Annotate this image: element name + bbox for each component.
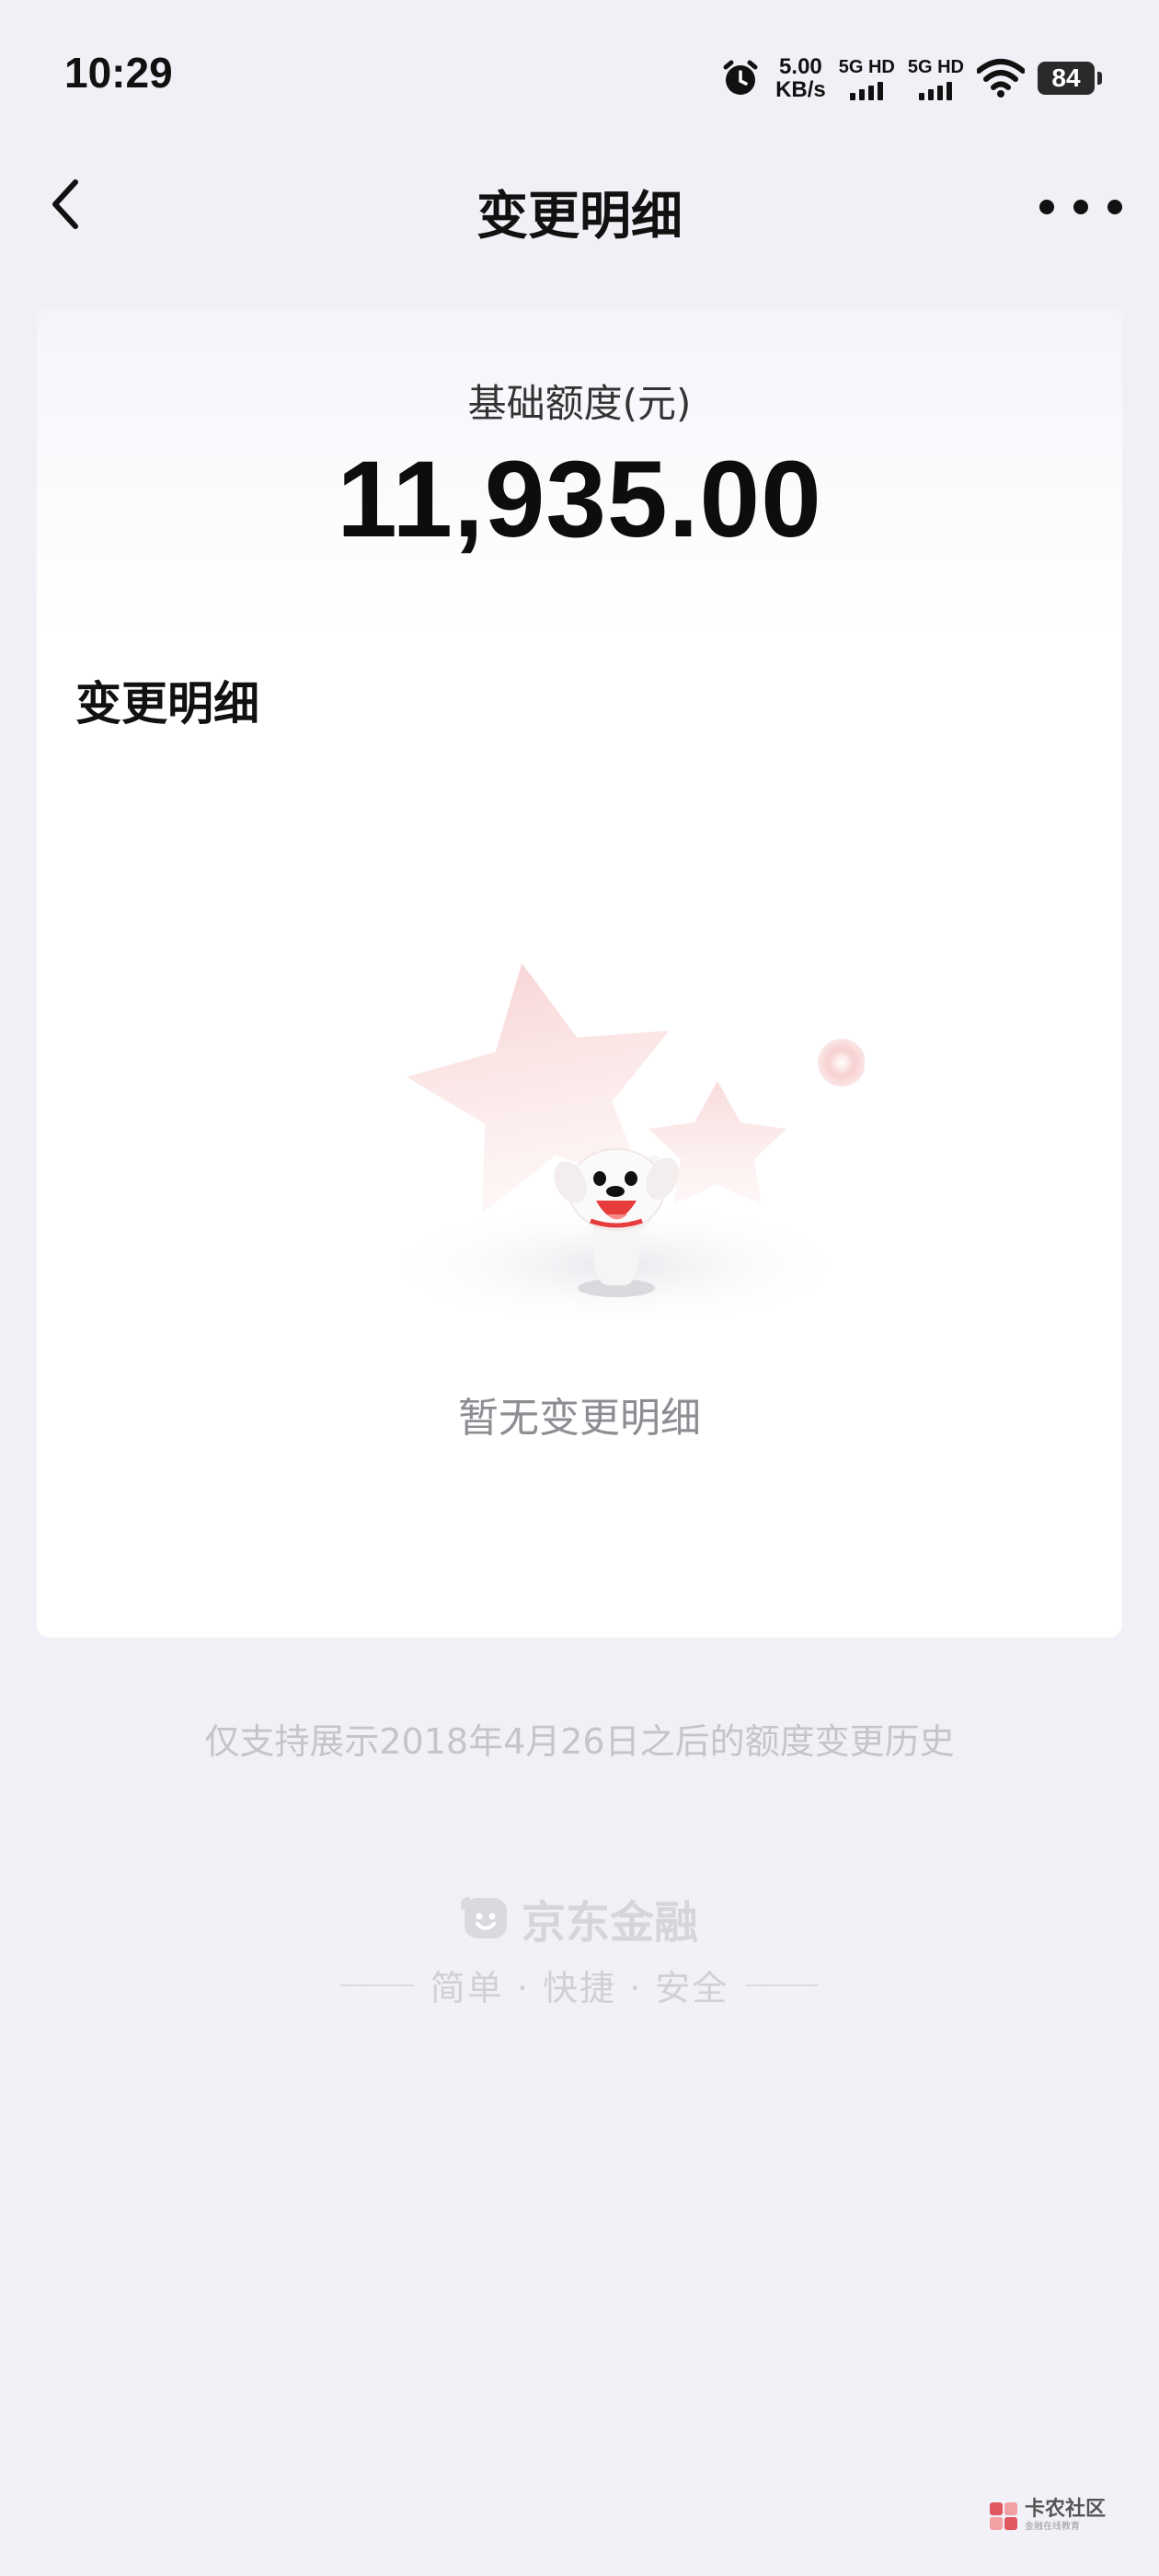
brand-name: 京东金融 — [521, 1897, 698, 1949]
sim1-label: 5G HD — [838, 56, 895, 77]
status-icons: 5.00 KB/s 5G HD 5G HD 84 — [718, 51, 1102, 106]
more-horizontal-icon — [1039, 200, 1054, 214]
watermark-logo-icon — [989, 2501, 1017, 2530]
watermark-name: 卡农社区 — [1024, 2498, 1106, 2521]
brand-footer: 京东金融 简单 · 快捷 · 安全 — [0, 1886, 1159, 2015]
alarm-icon — [723, 60, 758, 95]
brand-slogan: 简单 · 快捷 · 安全 — [430, 1968, 729, 2008]
more-button[interactable] — [1039, 175, 1122, 239]
section-title: 变更明细 — [75, 677, 259, 730]
slogan-divider — [339, 1984, 414, 1986]
watermark: 卡农社区 金融在线教育 — [988, 2500, 1106, 2532]
limit-value: 11,935.00 — [337, 439, 822, 560]
sim2-label: 5G HD — [907, 56, 964, 77]
signal-icon: 5G HD — [908, 57, 964, 100]
limit-card: 基础额度(元) 11,935.00 变更明细 暂无变更明细 — [37, 308, 1122, 1638]
net-speed: 5.00 KB/s — [775, 55, 826, 101]
slogan-divider — [745, 1984, 820, 1986]
history-note: 仅支持展示2018年4月26日之后的额度变更历史 — [204, 1721, 955, 1762]
net-speed-value: 5.00 — [779, 54, 822, 79]
battery-icon: 84 — [1038, 62, 1102, 95]
page-title: 变更明细 — [476, 187, 683, 247]
page: 10:29 5.00 KB/s 5G HD 5G HD 84 变更明细 基础额度… — [0, 0, 1159, 2576]
signal-icon: 5G HD — [839, 57, 895, 100]
empty-state-illustration — [377, 962, 865, 1320]
watermark-sub: 金融在线教育 — [1024, 2522, 1080, 2532]
nav-bar: 变更明细 — [0, 156, 1159, 258]
wifi-icon — [977, 59, 1025, 98]
net-speed-unit: KB/s — [775, 77, 826, 102]
status-bar: 10:29 5.00 KB/s 5G HD 5G HD 84 — [0, 0, 1159, 156]
limit-label: 基础额度(元) — [467, 381, 692, 426]
empty-state-text: 暂无变更明细 — [458, 1395, 701, 1442]
status-time: 10:29 — [64, 49, 173, 97]
jd-dog-logo-icon — [460, 1897, 507, 1938]
